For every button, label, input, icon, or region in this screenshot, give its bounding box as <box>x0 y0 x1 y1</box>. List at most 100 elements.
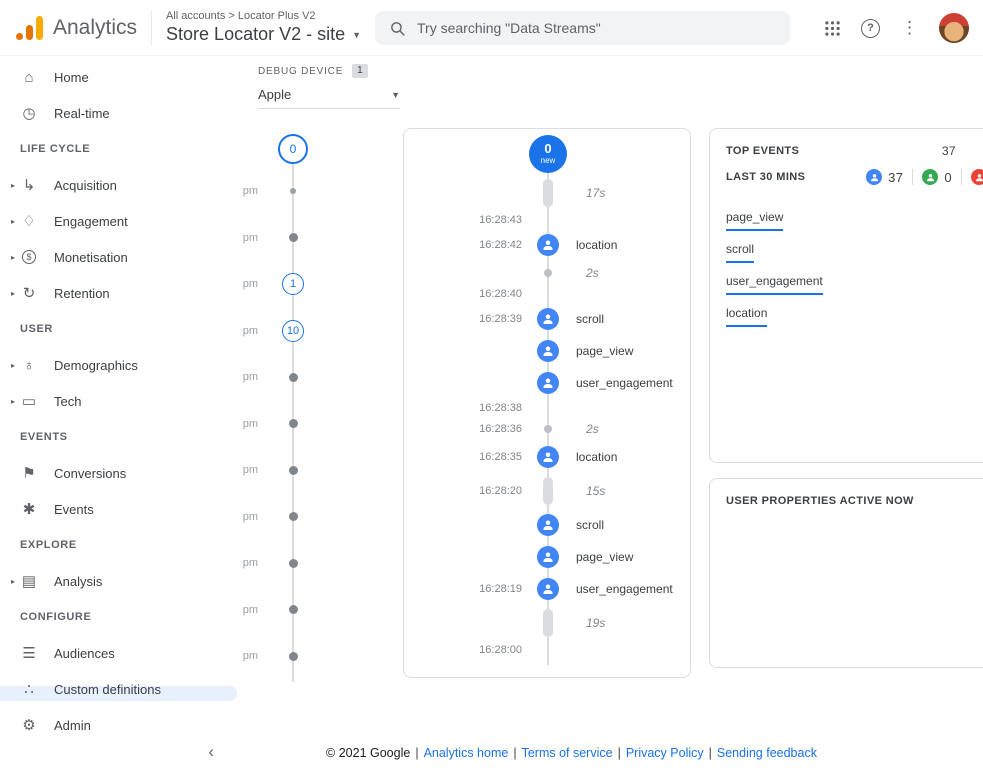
footer-link[interactable]: Sending feedback <box>717 746 817 760</box>
minute-marker[interactable] <box>289 512 298 521</box>
minute-marker[interactable] <box>289 373 298 382</box>
event-icon[interactable] <box>537 340 559 362</box>
top-event-row[interactable]: user_engagement <box>726 263 983 295</box>
sidebar-item-tech[interactable]: ▸ ▭ Tech <box>0 383 232 419</box>
sidebar-section-configure: CONFIGURE <box>0 599 232 635</box>
event-name[interactable]: scroll <box>576 518 604 532</box>
minute-marker[interactable] <box>289 466 298 475</box>
top-event-row[interactable]: scroll <box>726 231 983 263</box>
sidebar-item-demographics[interactable]: ▸ ♁ Demographics <box>0 347 232 383</box>
minute-marker[interactable] <box>289 419 298 428</box>
event-icon[interactable] <box>537 234 559 256</box>
account-property-picker[interactable]: All accounts > Locator Plus V2 Store Loc… <box>166 10 361 45</box>
user-avatar[interactable] <box>939 13 969 43</box>
event-icon[interactable] <box>537 546 559 568</box>
sidebar-item-label: Conversions <box>54 466 126 481</box>
sidebar-item-custom-definitions[interactable]: ∴ Custom definitions <box>0 671 232 707</box>
minute-marker[interactable] <box>289 605 298 614</box>
event-icon[interactable] <box>537 372 559 394</box>
property-title[interactable]: Store Locator V2 - site ▼ <box>166 24 361 45</box>
top-event-name[interactable]: page_view <box>726 210 783 231</box>
search-input[interactable] <box>417 20 776 36</box>
analytics-logo-icon[interactable] <box>16 16 43 40</box>
search-icon <box>389 20 406 37</box>
footer-separator: | <box>618 746 621 760</box>
more-options-icon[interactable]: ⋮ <box>901 18 918 38</box>
sidebar-item-engagement[interactable]: ▸ ♢ Engagement <box>0 203 232 239</box>
event-timestamp: 16:28:39 <box>404 313 522 325</box>
chevron-down-icon: ▼ <box>352 30 361 40</box>
event-timestamp: 16:28:19 <box>404 583 522 595</box>
event-name[interactable]: location <box>576 238 617 252</box>
admin-icon: ⚙ <box>20 716 38 734</box>
event-icon[interactable] <box>537 514 559 536</box>
sidebar-item-events[interactable]: ✱ Events <box>0 491 232 527</box>
sidebar-item-label: Home <box>54 70 89 85</box>
gap-duration-label: 19s <box>586 616 605 630</box>
sidebar-item-conversions[interactable]: ⚑ Conversions <box>0 455 232 491</box>
event-name[interactable]: user_engagement <box>576 582 673 596</box>
minute-marker[interactable] <box>289 233 298 242</box>
footer-link[interactable]: Privacy Policy <box>626 746 704 760</box>
seconds-selected-circle[interactable]: 0 new <box>529 135 567 173</box>
sidebar-item-label: Retention <box>54 286 110 301</box>
sidebar-item-acquisition[interactable]: ▸ ↳ Acquisition <box>0 167 232 203</box>
event-icon[interactable] <box>537 308 559 330</box>
event-name[interactable]: scroll <box>576 312 604 326</box>
breadcrumb[interactable]: All accounts > Locator Plus V2 <box>166 10 361 22</box>
event-name[interactable]: location <box>576 450 617 464</box>
sidebar-item-label: Engagement <box>54 214 128 229</box>
event-icon[interactable] <box>537 446 559 468</box>
sidebar-item-admin[interactable]: ⚙ Admin <box>0 707 232 743</box>
sidebar-item-analysis[interactable]: ▸ ▤ Analysis <box>0 563 232 599</box>
minute-marker[interactable] <box>289 559 298 568</box>
clock-icon: ◷ <box>20 104 38 122</box>
help-icon[interactable]: ? <box>861 19 880 38</box>
minute-marker[interactable] <box>290 188 296 194</box>
event-timestamp: 16:28:38 <box>404 402 522 414</box>
expand-arrow-icon: ▸ <box>6 217 20 226</box>
minutes-selected-circle[interactable]: 0 <box>278 134 308 164</box>
timeline-row: 17s <box>404 175 690 211</box>
retention-icon: ↻ <box>20 284 38 302</box>
counter-value: 37 <box>888 170 903 185</box>
expand-arrow-icon: ▸ <box>6 289 20 298</box>
top-event-name[interactable]: scroll <box>726 242 754 263</box>
event-name[interactable]: user_engagement <box>576 376 673 390</box>
timeline-row: 16:28:42 location <box>404 229 690 261</box>
top-event-row[interactable]: page_view <box>726 199 983 231</box>
minute-row: pm <box>210 540 360 587</box>
copyright-text: © 2021 Google <box>326 746 410 760</box>
top-event-row[interactable]: location <box>726 295 983 327</box>
event-icon[interactable] <box>537 578 559 600</box>
minute-marker[interactable]: 10 <box>282 320 304 342</box>
event-timestamp: 16:28:36 <box>404 423 522 435</box>
device-select[interactable]: Apple ▼ <box>258 87 400 109</box>
top-event-name[interactable]: user_engagement <box>726 274 823 295</box>
search-bar[interactable] <box>375 11 790 45</box>
sidebar-item-retention[interactable]: ▸ ↻ Retention <box>0 275 232 311</box>
apps-grid-icon[interactable] <box>825 21 840 36</box>
sidebar-item-real-time[interactable]: ◷ Real-time <box>0 95 232 131</box>
minute-row: pm <box>210 168 360 215</box>
timeline-row: 16:28:39 scroll <box>404 303 690 335</box>
minutes-stream: 0 pm pm pm <box>210 128 360 690</box>
top-events-card: TOP EVENTS 37 LAST 30 MINS 37 <box>709 128 983 463</box>
footer-link[interactable]: Analytics home <box>424 746 509 760</box>
event-name[interactable]: page_view <box>576 550 633 564</box>
top-event-name[interactable]: location <box>726 306 767 327</box>
event-name[interactable]: page_view <box>576 344 633 358</box>
device-count-badge: 1 <box>352 64 368 78</box>
footer-link[interactable]: Terms of service <box>522 746 613 760</box>
errors-counter-icon <box>971 169 983 185</box>
monetisation-icon: $ <box>22 250 36 264</box>
sidebar-item-monetisation[interactable]: ▸ $ Monetisation <box>0 239 232 275</box>
header-divider <box>151 11 152 45</box>
sidebar-item-label: Events <box>54 502 94 517</box>
minute-marker[interactable]: 1 <box>282 273 304 295</box>
sidebar-item-home[interactable]: ⌂ Home <box>0 59 232 95</box>
minute-row: pm <box>210 587 360 634</box>
sidebar-item-audiences[interactable]: ☰ Audiences <box>0 635 232 671</box>
sidebar-collapse-button[interactable]: ‹ <box>208 742 214 762</box>
minute-marker[interactable] <box>289 652 298 661</box>
